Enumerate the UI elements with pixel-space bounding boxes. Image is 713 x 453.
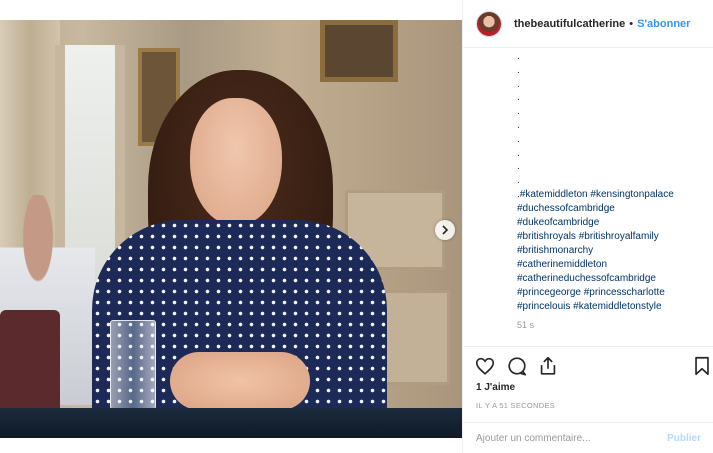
header-separator: • (629, 17, 634, 30)
hashtag-line[interactable]: #dukeofcambridge (517, 216, 707, 230)
caption-dot: . (517, 175, 520, 187)
photo-subject-hands (170, 352, 310, 410)
post-caption: .......... .#katemiddleton #kensingtonpa… (517, 50, 707, 314)
photo-wall-panel (380, 290, 450, 385)
photo-chair (0, 310, 60, 420)
next-photo-button[interactable] (435, 220, 455, 240)
caption-dot: . (517, 133, 520, 145)
caption-dot: . (517, 92, 520, 104)
hashtag-line[interactable]: #catherineduchessofcambridge (517, 272, 707, 286)
caption-dot: . (517, 64, 520, 76)
hashtag-line[interactable]: #duchessofcambridge (517, 202, 707, 216)
caption-dot: . (517, 78, 520, 90)
comment-input[interactable] (476, 432, 662, 444)
publish-button[interactable]: Publier (667, 433, 701, 444)
caption-time: 51 s (517, 320, 535, 330)
caption-hashtags: .#katemiddleton #kensingtonpalace #duches… (517, 188, 707, 314)
caption-dot: . (517, 147, 520, 159)
comment-bar: Publier (463, 422, 713, 453)
photo-painting-right (320, 20, 398, 82)
post-side-panel: thebeautifulcatherine • S'abonner ......… (462, 0, 713, 453)
caption-dot: . (517, 51, 520, 62)
share-icon[interactable] (537, 355, 559, 377)
caption-dot: . (517, 106, 520, 118)
hashtag-line[interactable]: #catherinemiddleton (517, 258, 707, 272)
hashtag-line[interactable]: #princegeorge #princesscharlotte (517, 286, 707, 300)
heart-icon[interactable] (474, 355, 496, 377)
post-photo[interactable] (0, 20, 462, 438)
username-link[interactable]: thebeautifulcatherine (514, 18, 625, 30)
likes-count[interactable]: 1 J'aime (476, 382, 515, 393)
comment-icon[interactable] (506, 355, 528, 377)
photo-subject-face (190, 98, 282, 226)
post-timestamp: IL Y A 51 SECONDES (476, 401, 556, 410)
hashtag-line[interactable]: #britishmonarchy (517, 244, 707, 258)
photo-table (0, 408, 462, 438)
photo-water-glass (110, 320, 156, 412)
caption-dot: . (517, 161, 520, 173)
chevron-right-icon (442, 225, 449, 235)
hashtag-line[interactable]: #princelouis #katemiddletonstyle (517, 300, 707, 314)
bookmark-icon[interactable] (691, 355, 713, 377)
follow-button[interactable]: S'abonner (637, 18, 690, 30)
action-bar (463, 346, 713, 382)
caption-dot: . (517, 119, 520, 131)
post-header: thebeautifulcatherine • S'abonner (463, 0, 713, 48)
avatar[interactable] (476, 10, 502, 37)
hashtag-line[interactable]: .#katemiddleton #kensingtonpalace (517, 188, 707, 202)
caption-dots: .......... (517, 50, 707, 188)
hashtag-line[interactable]: #britishroyals #britishroyalfamily (517, 230, 707, 244)
